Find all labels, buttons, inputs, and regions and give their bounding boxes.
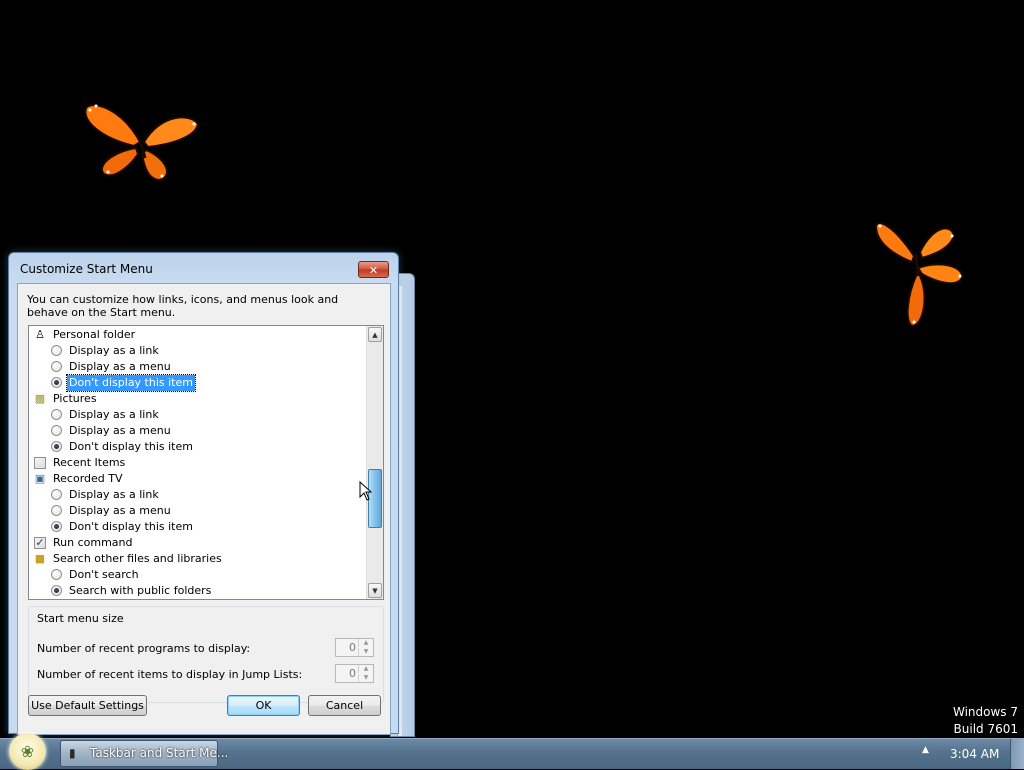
recent-programs-value[interactable]: 0 [336,639,356,656]
clock[interactable]: 3:04 AM [950,739,999,769]
dialog-client-area: You can customize how links, icons, and … [17,283,391,735]
recent-programs-label: Number of recent programs to display: [37,642,251,655]
spin-up-icon[interactable]: ▲ [358,639,373,647]
group-title: Start menu size [37,612,124,626]
pictures-icon: ▩ [34,392,46,405]
butterfly-image [84,104,200,182]
personal-folder-icon: ♙ [35,328,45,341]
start-button[interactable]: ❀ [9,733,46,770]
scroll-up-icon[interactable]: ▲ [368,327,382,342]
vertical-scrollbar[interactable]: ▲ ▼ [366,326,383,599]
radio-button[interactable] [51,425,62,436]
radio-button-checked[interactable] [51,585,62,596]
intro-text: You can customize how links, icons, and … [27,293,339,319]
windows-build-watermark: Windows 7 Build 7601 [953,704,1018,738]
close-icon: ✕ [368,264,379,277]
checkbox-checked[interactable]: ✓ [34,537,46,549]
close-button[interactable]: ✕ [358,261,389,278]
watermark-os: Windows 7 [952,705,1018,719]
taskbar: ❀ ▮ Taskbar and Start Me... ▲ 3:04 AM [0,733,1024,770]
recorded-tv-icon: ▣ [34,472,46,485]
taskbar-button-taskbar-and-start-menu[interactable]: ▮ Taskbar and Start Me... [60,740,228,767]
checkbox[interactable] [34,457,46,469]
start-menu-items-list[interactable]: ♙ Personal folder Display as a link Disp… [28,325,384,600]
mouse-cursor-icon [359,481,373,501]
show-desktop-button[interactable] [1010,739,1024,769]
watermark-build: Build 7601 [953,722,1018,736]
radio-button-checked[interactable] [51,377,62,388]
radio-button[interactable] [51,569,62,580]
customize-start-menu-dialog: Customize Start Menu ✕ You can customize… [8,252,399,735]
radio-button[interactable] [51,409,62,420]
start-orb-icon: ❀ [20,742,35,761]
jump-list-items-label: Number of recent items to display in Jum… [37,668,303,681]
jump-list-items-value[interactable]: 0 [336,665,356,682]
radio-button[interactable] [51,505,62,516]
spin-down-icon[interactable]: ▼ [358,648,373,656]
radio-button-checked[interactable] [51,441,62,452]
jump-list-items-spinner[interactable]: 0 ▲ ▼ [335,664,374,683]
cancel-button[interactable]: Cancel [308,695,381,716]
scroll-down-icon[interactable]: ▼ [368,583,382,598]
search-libraries-icon: ■ [34,552,46,565]
spin-down-icon[interactable]: ▼ [358,674,373,682]
radio-button-checked[interactable] [51,521,62,532]
ok-button[interactable]: OK [227,695,300,716]
taskbar-properties-icon: ▮ [69,746,76,760]
butterfly-image [874,222,964,328]
show-hidden-icons-icon[interactable]: ▲ [922,745,929,755]
use-default-settings-button[interactable]: Use Default Settings [28,695,147,716]
radio-button[interactable] [51,361,62,372]
radio-button[interactable] [51,345,62,356]
recent-programs-spinner[interactable]: 0 ▲ ▼ [335,638,374,657]
taskbar-button-label: Taskbar and Start Me... [90,746,229,760]
radio-button[interactable] [51,489,62,500]
spin-up-icon[interactable]: ▲ [358,665,373,673]
start-menu-size-group: Start menu size Number of recent program… [28,606,384,703]
dialog-title: Customize Start Menu [20,262,153,276]
